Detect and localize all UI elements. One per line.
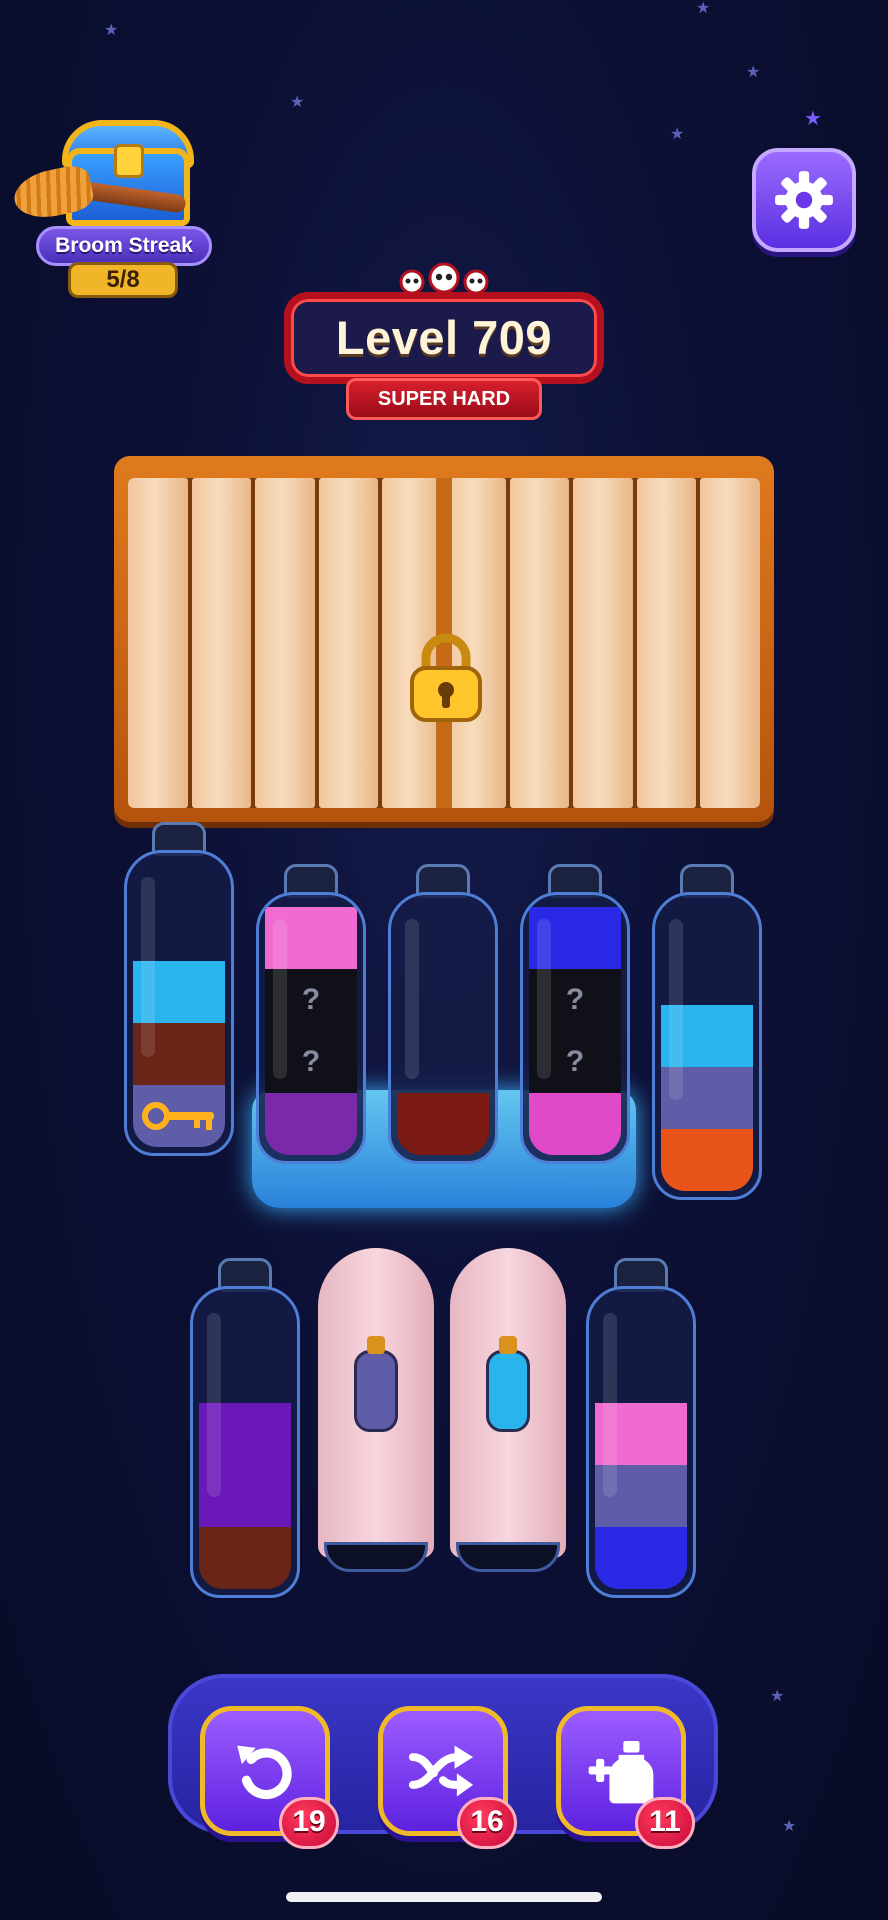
undo-icon [237,1745,292,1800]
shuffle-icon [408,1745,474,1797]
liquid-layer [661,1129,753,1191]
level-title: Level 709 [335,311,553,364]
undo-button[interactable]: 19 [200,1706,339,1849]
locked-bottle-shelf [114,456,774,822]
star-decoration: ★ [290,92,305,111]
padlock-icon [410,633,482,722]
bottle[interactable] [388,864,498,1164]
settings-button[interactable] [752,148,856,252]
liquid-layer [397,1093,489,1155]
undo-count: 19 [279,1797,339,1849]
chest-lock-icon [114,144,144,178]
star-decoration: ★ [804,106,822,130]
covered-bottle[interactable] [318,1248,434,1572]
add-bottle-icon [588,1740,654,1804]
bottle-base [456,1542,560,1572]
home-indicator [286,1892,602,1902]
bottle-glass [586,1286,696,1598]
cork [367,1336,385,1354]
liquid-layer [529,1093,621,1155]
bottle-glass [652,892,762,1200]
bottle[interactable] [586,1258,696,1598]
broom-streak-widget[interactable]: Broom Streak 5/8 [10,118,214,300]
bottle[interactable] [652,864,762,1200]
shuffle-button[interactable]: 16 [378,1706,517,1849]
bottle[interactable]: ?? [256,864,366,1164]
difficulty-badge: SUPER HARD [346,378,542,420]
liquid-layer [199,1527,291,1589]
key-icon [142,1102,214,1130]
bottle-glass: ?? [256,892,366,1164]
add-bottle-count: 11 [635,1797,695,1849]
gear-icon [775,171,833,229]
add-bottle-button[interactable]: 11 [556,1706,695,1849]
bottle-base [324,1542,428,1572]
covered-bottle[interactable] [450,1248,566,1572]
star-decoration: ★ [696,0,711,17]
level-plate: Level 709 [284,292,604,384]
streak-progress: 5/8 [68,262,178,298]
star-decoration: ★ [770,1686,785,1705]
liquid-layer [265,1093,357,1155]
star-decoration: ★ [104,20,119,39]
bottle-glass [190,1286,300,1598]
bottle[interactable] [190,1258,300,1598]
star-decoration: ★ [782,1816,797,1835]
bottle[interactable]: ?? [520,864,630,1164]
streak-title: Broom Streak [36,226,212,266]
bottle-glass: ?? [520,892,630,1164]
hidden-color-hint [486,1350,530,1432]
bottle-glass [388,892,498,1164]
star-decoration: ★ [670,124,685,143]
shuffle-count: 16 [457,1797,517,1849]
liquid-layer [595,1527,687,1589]
star-decoration: ★ [746,62,761,81]
hidden-color-hint [354,1350,398,1432]
cork [499,1336,517,1354]
